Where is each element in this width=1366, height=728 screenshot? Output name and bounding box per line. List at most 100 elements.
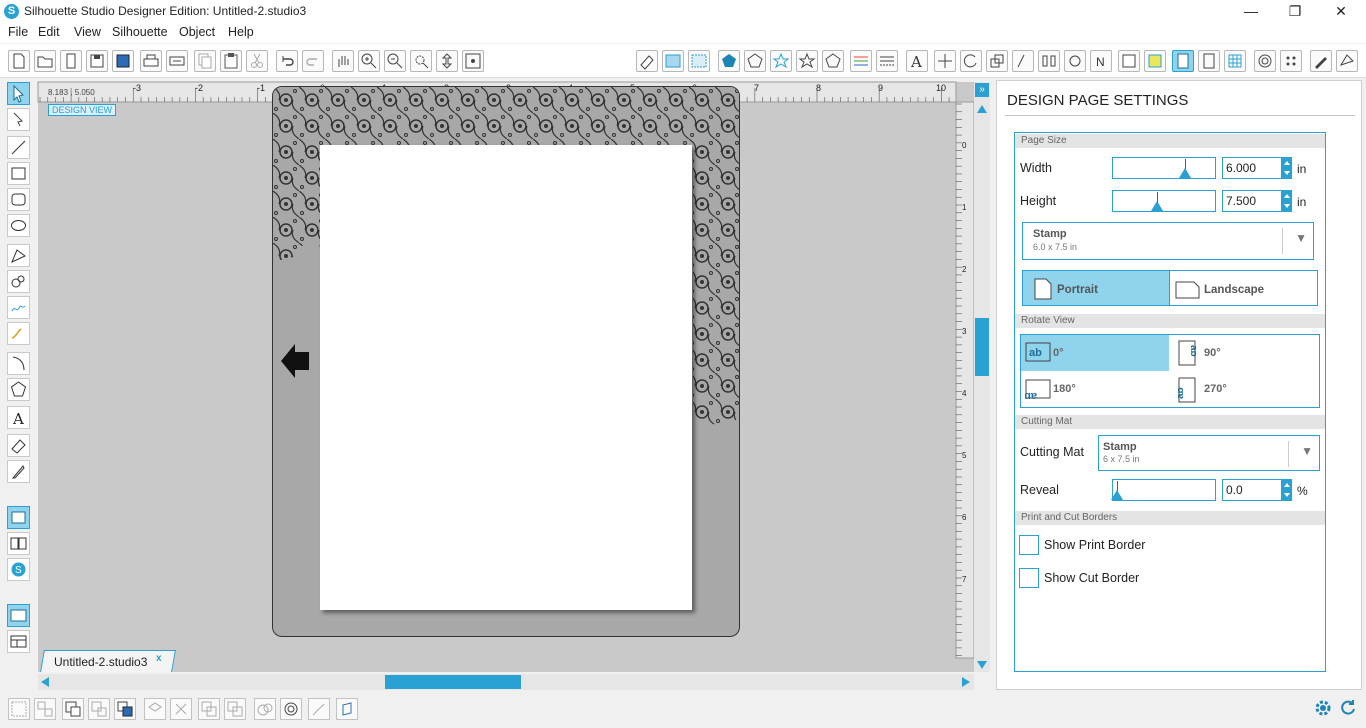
rotate-0-button[interactable]: ab 0° — [1021, 335, 1169, 371]
cutting-mat-label: Cutting Mat — [1020, 445, 1084, 459]
show-cut-border-checkbox[interactable] — [1019, 568, 1039, 588]
cursor-coordinates: 8.183 , 5.050 — [48, 88, 95, 97]
vertical-scroll-thumb[interactable] — [975, 318, 989, 376]
document-tab-label[interactable]: Untitled-2.studio3 — [54, 655, 147, 669]
reveal-stepper[interactable] — [1282, 479, 1292, 501]
vertical-scrollbar[interactable]: » — [974, 82, 990, 672]
scroll-down-arrow-icon[interactable] — [975, 658, 989, 672]
landscape-page-icon — [1175, 281, 1200, 299]
bring-to-front-icon[interactable] — [114, 698, 136, 720]
ruler-label: -3 — [133, 83, 142, 93]
cutting-mat-section: Cutting Mat — [1015, 415, 1325, 429]
width-label: Width — [1020, 161, 1052, 175]
weld-icon[interactable] — [254, 698, 276, 720]
rotate-view-section: Rotate View — [1015, 314, 1325, 328]
svg-text:ab: ab — [1178, 387, 1186, 399]
horizontal-scrollbar[interactable] — [38, 674, 974, 690]
rotate-180-icon: ab — [1025, 379, 1051, 399]
rotate-180-label: 180° — [1053, 383, 1076, 395]
rotate-270-icon: ab — [1178, 377, 1196, 403]
ruler-label: 10 — [936, 83, 947, 93]
portrait-button[interactable]: Portrait — [1022, 270, 1170, 306]
offset-rings-icon[interactable] — [280, 698, 302, 720]
portrait-page-icon — [1034, 278, 1052, 300]
ruler-label: 1 — [962, 203, 967, 212]
width-input[interactable]: 6.000 — [1222, 157, 1282, 179]
show-cut-border-label: Show Cut Border — [1044, 571, 1140, 585]
width-stepper[interactable] — [1282, 157, 1292, 179]
height-stepper[interactable] — [1282, 190, 1292, 212]
show-print-border-checkbox[interactable] — [1019, 535, 1039, 555]
collapse-panel-icon[interactable]: » — [975, 83, 989, 97]
ruler-label: 8 — [816, 83, 822, 93]
rotate-270-label: 270° — [1204, 383, 1227, 395]
rotate-270-button[interactable]: ab 270° — [1172, 372, 1318, 408]
rotate-90-label: 90° — [1204, 347, 1221, 359]
reveal-input[interactable]: 0.0 — [1222, 479, 1282, 501]
flip-icon[interactable] — [336, 698, 358, 720]
close-tab-icon[interactable]: x — [156, 653, 162, 664]
load-direction-arrow-icon — [281, 344, 309, 378]
landscape-button[interactable]: Landscape — [1169, 270, 1318, 306]
scroll-left-arrow-icon[interactable] — [38, 675, 52, 689]
chevron-down-icon: ▼ — [1301, 444, 1313, 458]
ruler-label: -2 — [195, 83, 204, 93]
scroll-right-arrow-icon[interactable] — [959, 675, 973, 689]
ruler-label: 2 — [962, 265, 967, 274]
reveal-unit: % — [1297, 484, 1308, 498]
ruler-label: 6 — [962, 513, 967, 522]
bottom-toolbar — [0, 692, 1366, 728]
ruler-label: 3 — [962, 327, 967, 336]
ungroup-icon[interactable] — [34, 698, 56, 720]
page-size-dimensions: 6.0 x 7.5 in — [1033, 242, 1078, 252]
group-icon[interactable] — [8, 698, 30, 720]
rotate-0-label: 0° — [1053, 347, 1064, 359]
send-backward-icon[interactable] — [198, 698, 220, 720]
rotate-0-icon: ab — [1025, 342, 1051, 362]
send-to-back-icon[interactable] — [224, 698, 246, 720]
horizontal-scroll-thumb[interactable] — [385, 675, 521, 689]
portrait-label: Portrait — [1057, 284, 1098, 296]
ruler-label: 9 — [878, 83, 884, 93]
width-slider[interactable] — [1112, 157, 1216, 179]
gear-icon[interactable] — [1313, 698, 1333, 718]
height-label: Height — [1020, 194, 1057, 208]
cutting-mat-size: 6 x 7.5 in — [1103, 454, 1140, 464]
ruler-label: 4 — [962, 389, 967, 398]
svg-text:ab: ab — [1029, 347, 1042, 359]
rotate-180-button[interactable]: ab 180° — [1021, 372, 1169, 408]
ruler-label: 7 — [754, 83, 760, 93]
page-size-name: Stamp — [1033, 228, 1067, 240]
ruler-label: 5 — [962, 451, 967, 460]
svg-text:ab: ab — [1025, 390, 1037, 399]
height-unit: in — [1297, 195, 1307, 209]
trace-area-icon[interactable] — [308, 698, 330, 720]
height-slider[interactable] — [1112, 190, 1216, 212]
show-print-border-label: Show Print Border — [1044, 538, 1146, 552]
reveal-slider[interactable] — [1111, 479, 1216, 501]
page-size-dropdown[interactable]: Stamp 6.0 x 7.5 in ▼ — [1022, 222, 1314, 260]
panel-title: DESIGN PAGE SETTINGS — [1007, 92, 1189, 109]
ruler-label: -1 — [257, 83, 266, 93]
page-size-section: Page Size — [1015, 134, 1325, 148]
ruler-label: 7 — [962, 575, 967, 584]
rotate-90-icon: ab — [1178, 340, 1196, 366]
height-input[interactable]: 7.500 — [1222, 190, 1282, 212]
design-view-label: DESIGN VIEW — [48, 104, 117, 116]
cutting-mat-name: Stamp — [1103, 441, 1137, 453]
design-page[interactable] — [320, 145, 692, 610]
duplicate-icon[interactable] — [144, 698, 166, 720]
delete-icon[interactable] — [170, 698, 192, 720]
width-unit: in — [1297, 162, 1307, 176]
print-cut-borders-section: Print and Cut Borders — [1015, 511, 1325, 525]
sync-icon[interactable] — [1338, 698, 1358, 718]
cutting-mat-dropdown[interactable]: Stamp 6 x 7.5 in ▼ — [1098, 435, 1320, 471]
scroll-up-arrow-icon[interactable] — [975, 102, 989, 116]
chevron-down-icon: ▼ — [1295, 231, 1307, 245]
reveal-label: Reveal — [1020, 483, 1059, 497]
release-compound-path-icon[interactable] — [88, 698, 110, 720]
landscape-label: Landscape — [1204, 284, 1265, 296]
svg-text:ab: ab — [1188, 345, 1196, 357]
rotate-90-button[interactable]: ab 90° — [1172, 335, 1318, 371]
make-compound-path-icon[interactable] — [62, 698, 84, 720]
